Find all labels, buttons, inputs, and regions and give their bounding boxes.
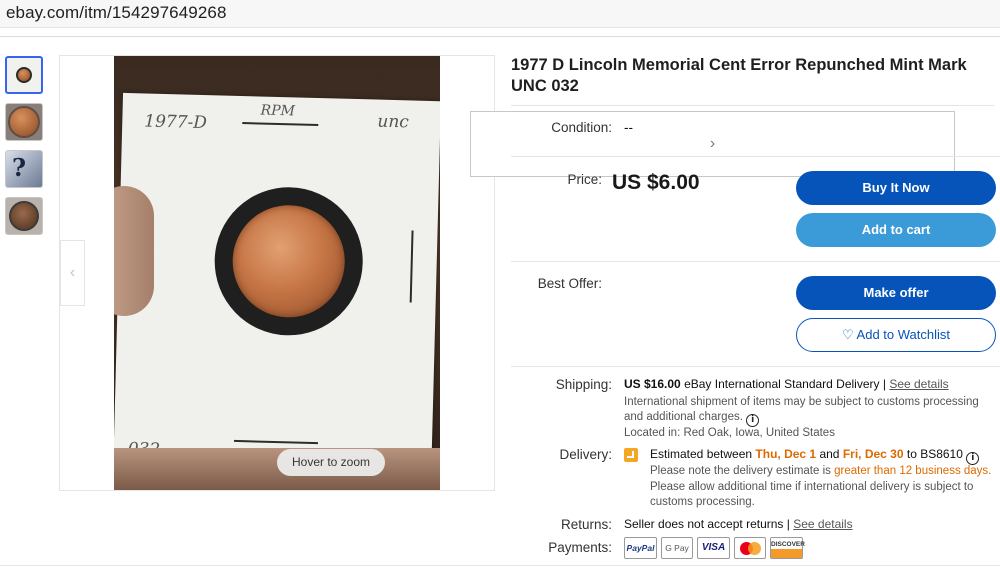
best-offer-label: Best Offer: [537,276,602,291]
thumbnail-4[interactable] [5,197,43,235]
coin-thumbnail-image [16,67,32,83]
question-mark-image: ? [12,153,27,182]
shipping-service: eBay International Standard Delivery | [684,377,886,391]
buy-it-now-button[interactable]: Buy It Now [796,171,996,205]
delivery-note: Please note the delivery estimate is gre… [650,464,996,479]
google-pay-icon: G Pay [661,537,693,559]
lincoln-cent-image [231,203,347,319]
delivery-note-2: Please allow additional time if internat… [650,481,974,508]
listing-title: 1977 D Lincoln Memorial Cent Error Repun… [511,56,967,95]
listing-details: 1977 D Lincoln Memorial Cent Error Repun… [511,55,1000,559]
customs-note: International shipment of items may be s… [624,395,996,427]
returns-label: Returns: [560,517,612,532]
delivery-and: and [819,447,840,461]
delivery-start-date: Thu, Dec 1 [755,447,817,461]
coin-holder-card: 1977-D RPM unc 032 OH [114,92,440,484]
fingers-image [114,448,440,490]
coin-thumbnail-image [9,201,39,231]
hover-to-zoom-label: Hover to zoom [277,449,385,476]
shipping-label: Shipping: [555,377,612,392]
url-text[interactable]: ebay.com/itm/154297649268 [6,3,227,23]
date-mark-handwriting: 1977-D [144,111,208,134]
chevron-left-icon: ‹ [69,264,76,281]
customs-note-text: International shipment of items may be s… [624,396,979,423]
visa-icon: VISA [697,537,730,559]
main-image-gallery: 1977-D RPM unc 032 OH Hover to zoom ‹ › [59,55,955,491]
rpm-handwriting: RPM [260,102,296,120]
header-divider [0,36,1000,37]
thumbnail-2[interactable] [5,103,43,141]
title-divider [511,105,994,106]
returns-value: Seller does not accept returns | [624,517,790,531]
paypal-icon: PayPal [624,537,657,559]
delivery-prefix: Estimated between [650,447,753,461]
shipping-see-details-link[interactable]: See details [889,377,948,391]
price-label: Price: [567,172,602,187]
price-divider [511,261,1000,262]
browser-address-bar[interactable]: ebay.com/itm/154297649268 [0,0,1000,28]
thumbnail-strip: ? [5,56,45,244]
coin-photo[interactable]: 1977-D RPM unc 032 OH Hover to zoom [114,56,440,490]
underline-mark [242,122,319,127]
returns-line: Seller does not accept returns | See det… [624,517,853,532]
delivery-note-prefix: Please note the delivery estimate is [650,465,831,477]
discover-icon: DISCOVER [770,537,805,559]
delivery-truck-icon [624,448,638,462]
thumbnail-1[interactable] [5,56,43,94]
condition-divider [511,156,1000,157]
delivery-note-highlight: greater than 12 business days. [834,465,992,477]
offer-divider [511,366,1000,367]
coin-window [212,185,365,338]
item-location: Located in: Red Oak, Iowa, United States [624,427,835,439]
condition-label: Condition: [551,120,612,135]
delivery-end-date: Fri, Dec 30 [842,447,904,461]
side-mark [409,230,414,303]
coin-thumbnail-image [8,106,40,138]
shipping-cost: US $16.00 [624,377,681,391]
thumbnail-3[interactable]: ? [5,150,43,188]
add-to-cart-button[interactable]: Add to cart [796,213,996,247]
footer-divider [0,565,1000,566]
grade-handwriting: unc [377,111,410,133]
bottom-mark [233,439,318,445]
mastercard-icon [734,537,766,559]
returns-see-details-link[interactable]: See details [793,517,852,531]
condition-value: -- [624,120,633,135]
thumb-finger-image [114,186,154,316]
price-value: US $6.00 [612,171,700,194]
previous-image-button[interactable]: ‹ [60,240,85,306]
shipping-line: US $16.00 eBay International Standard De… [624,377,999,392]
delivery-postcode: to BS8610 [906,447,963,461]
make-offer-button[interactable]: Make offer [796,276,996,310]
add-to-watchlist-button[interactable]: ♡ Add to Watchlist [796,318,996,352]
delivery-estimate: Estimated between Thu, Dec 1 and Fri, De… [650,447,1000,465]
delivery-label: Delivery: [559,447,612,462]
payments-label: Payments: [548,540,612,555]
chevron-right-icon: › [709,135,716,152]
